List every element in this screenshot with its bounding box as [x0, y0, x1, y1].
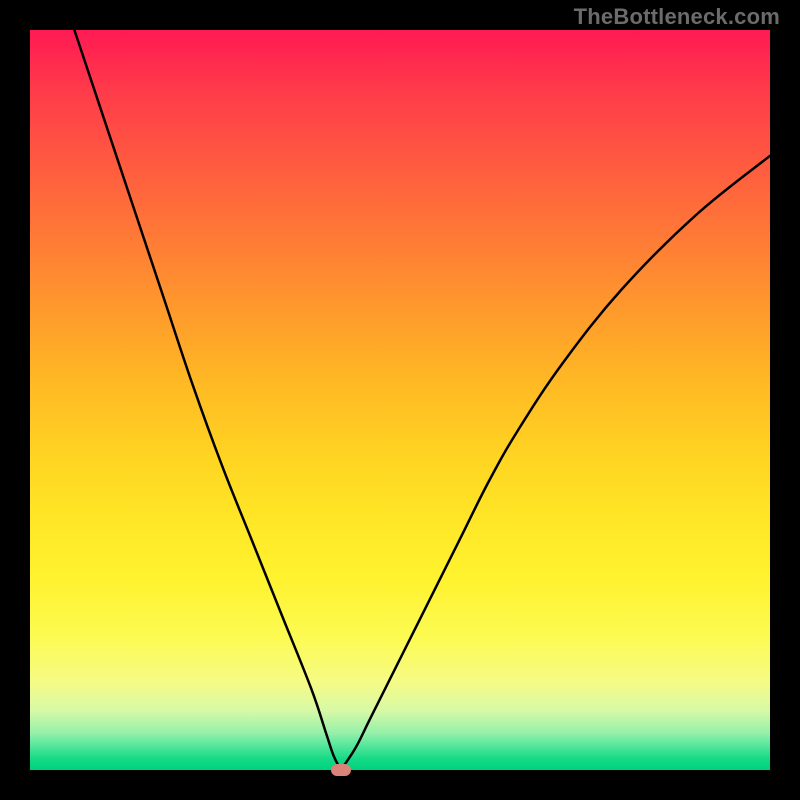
gradient-plot-area [30, 30, 770, 770]
chart-frame: TheBottleneck.com [0, 0, 800, 800]
watermark-text: TheBottleneck.com [574, 4, 780, 30]
curve-right-branch [341, 156, 770, 770]
curve-svg [30, 30, 770, 770]
minimum-dot [331, 764, 351, 776]
curve-left-branch [74, 30, 340, 770]
